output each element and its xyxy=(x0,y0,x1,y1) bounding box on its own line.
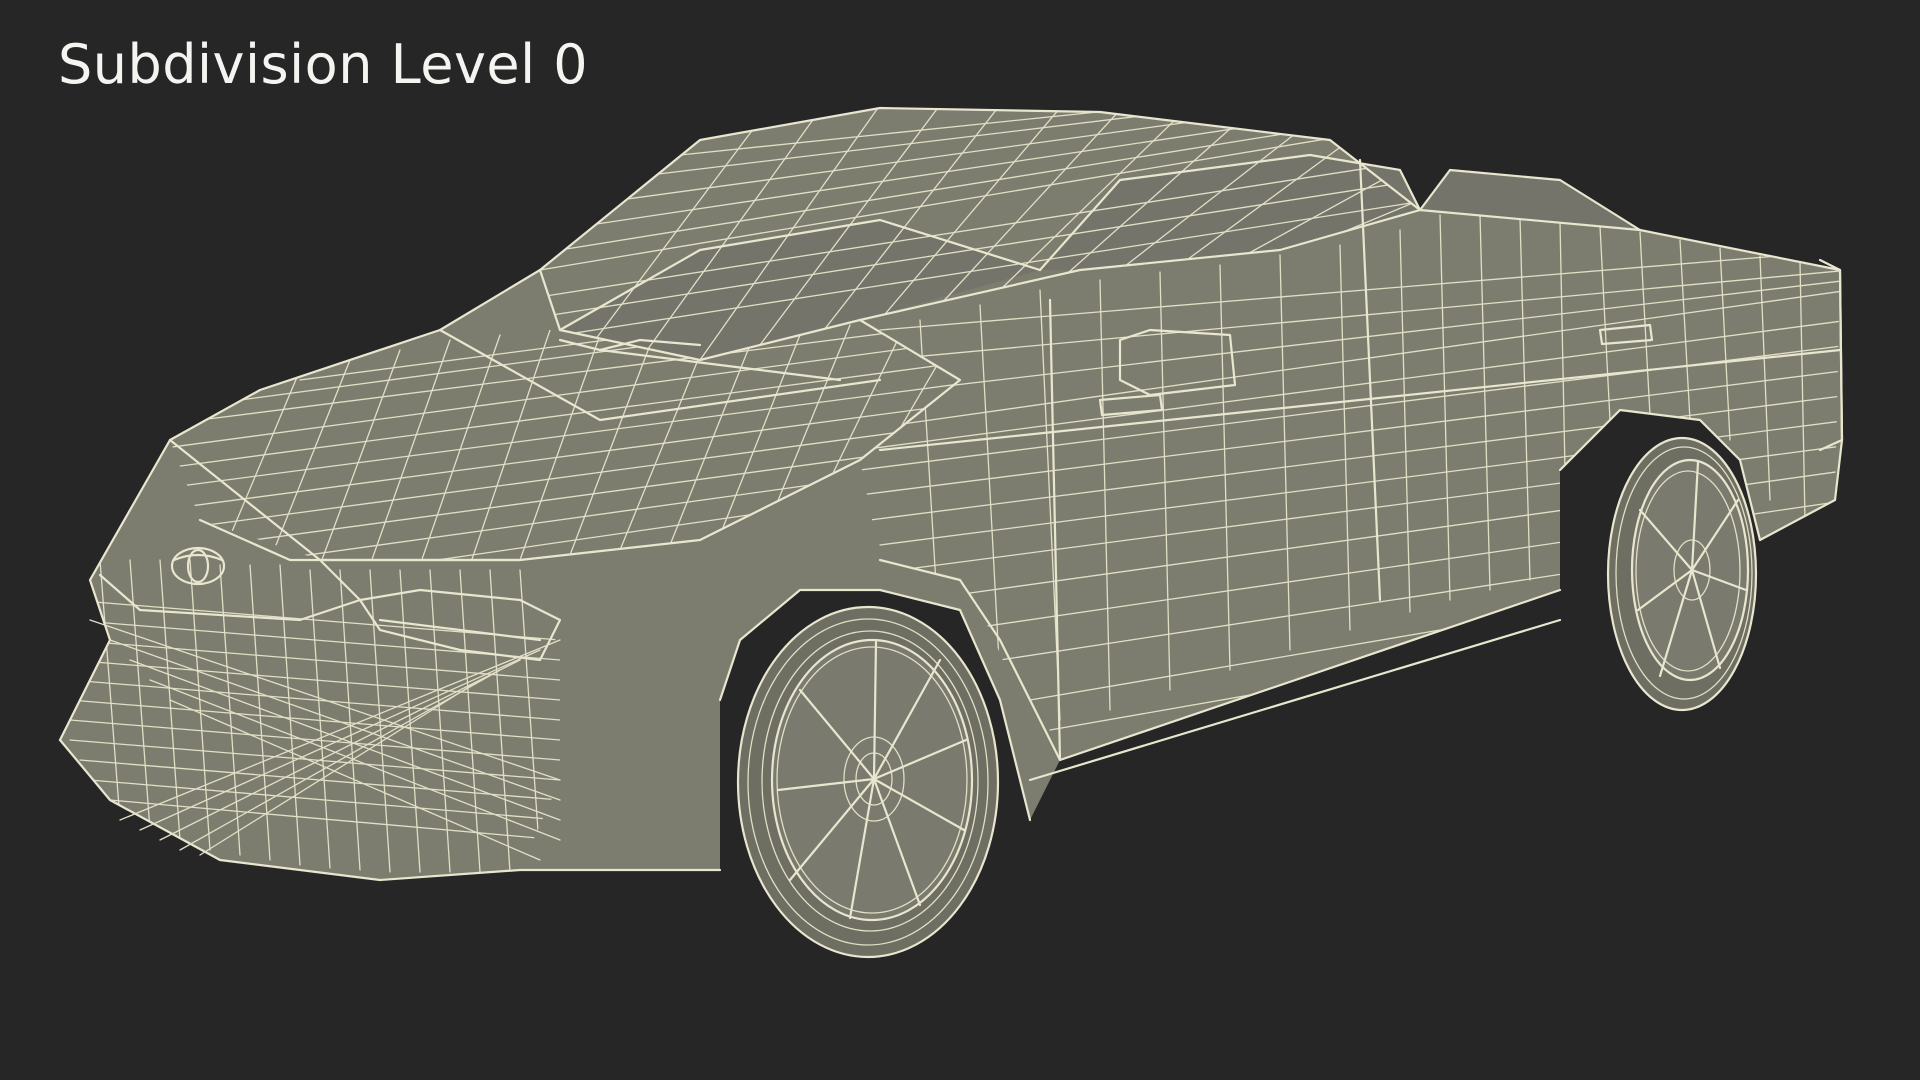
render-viewport: Subdivision Level 0 xyxy=(0,0,1920,1080)
car-wireframe-render xyxy=(58,106,1844,959)
